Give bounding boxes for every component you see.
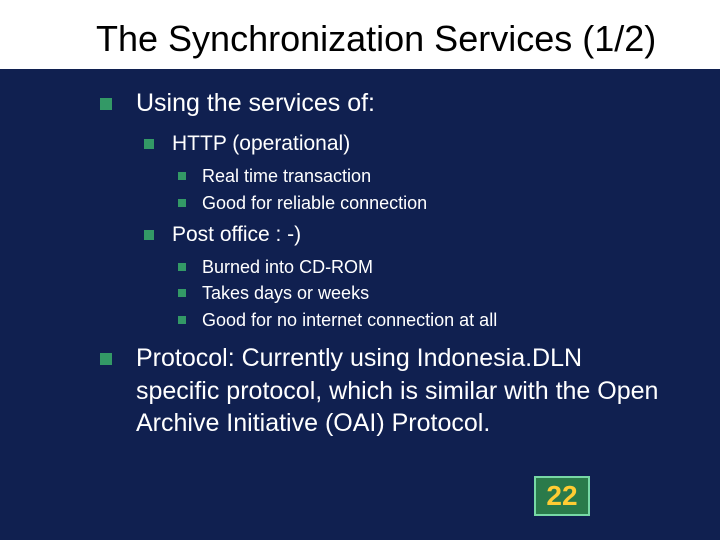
list-text: Good for reliable connection: [202, 193, 427, 213]
square-bullet-icon: [100, 353, 112, 365]
list-item: Real time transaction: [178, 164, 670, 188]
square-bullet-icon: [178, 199, 186, 207]
list-item: HTTP (operational) Real time transaction…: [144, 130, 670, 215]
square-bullet-icon: [144, 139, 154, 149]
slide: The Synchronization Services (1/2) Using…: [0, 0, 720, 540]
list-item: Good for reliable connection: [178, 191, 670, 215]
list-item: Post office : -) Burned into CD-ROM Take…: [144, 221, 670, 332]
list-text: Real time transaction: [202, 166, 371, 186]
page-number-badge: 22: [534, 476, 590, 516]
list-text: Using the services of:: [136, 89, 375, 117]
list-text: Takes days or weeks: [202, 283, 369, 303]
list-text: HTTP (operational): [172, 132, 350, 155]
square-bullet-icon: [144, 230, 154, 240]
square-bullet-icon: [178, 263, 186, 271]
square-bullet-icon: [178, 316, 186, 324]
list-item: Using the services of: HTTP (operational…: [100, 87, 670, 332]
square-bullet-icon: [100, 98, 112, 110]
bullet-list-level3: Burned into CD-ROM Takes days or weeks G…: [178, 255, 670, 332]
list-item: Good for no internet connection at all: [178, 308, 670, 332]
page-number: 22: [546, 480, 577, 512]
list-text: Burned into CD-ROM: [202, 257, 373, 277]
slide-body: Using the services of: HTTP (operational…: [0, 83, 720, 439]
bullet-list-level1: Using the services of: HTTP (operational…: [100, 87, 670, 439]
square-bullet-icon: [178, 289, 186, 297]
slide-title: The Synchronization Services (1/2): [0, 0, 720, 69]
bullet-list-level2: HTTP (operational) Real time transaction…: [144, 130, 670, 332]
list-text: Post office : -): [172, 223, 301, 246]
list-text: Good for no internet connection at all: [202, 310, 497, 330]
list-item: Takes days or weeks: [178, 281, 670, 305]
list-item: Burned into CD-ROM: [178, 255, 670, 279]
list-item: Protocol: Currently using Indonesia.DLN …: [100, 342, 670, 440]
bullet-list-level3: Real time transaction Good for reliable …: [178, 164, 670, 215]
list-text: Protocol: Currently using Indonesia.DLN …: [136, 344, 658, 437]
square-bullet-icon: [178, 172, 186, 180]
